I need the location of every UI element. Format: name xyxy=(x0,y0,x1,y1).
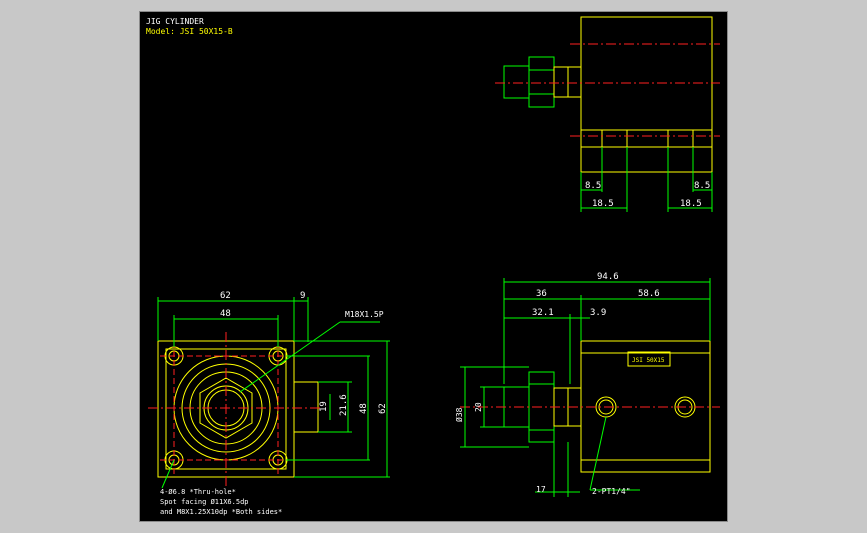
dim-19: 19 xyxy=(319,401,329,412)
dim-dia-38: Ø38 xyxy=(454,407,464,422)
nameplate: JSI 50X15 xyxy=(632,357,665,364)
dim-20: 20 xyxy=(474,402,483,412)
drawing-title: JIG CYLINDER xyxy=(146,17,204,26)
dim-21-6: 21.6 xyxy=(339,394,349,416)
model-label: Model: JSI 50X15-B xyxy=(146,27,233,36)
dim-17: 17 xyxy=(536,485,546,494)
dim-32-1: 32.1 xyxy=(532,308,554,318)
dim-8-5-left: 8.5 xyxy=(585,181,601,191)
ports-note: 2-PT1/4" xyxy=(592,487,631,496)
dim-36: 36 xyxy=(536,289,547,299)
dim-48-side: 48 xyxy=(359,403,369,414)
front-view: 62 9 48 19 21.6 48 62 M18X1.5P 4-Ø6.8 *T… xyxy=(148,291,390,516)
dim-18-5-right: 18.5 xyxy=(680,199,702,209)
hole-note: 4-Ø6.8 *Thru-hole* xyxy=(160,488,236,496)
dim-58-6: 58.6 xyxy=(638,289,660,299)
tap-note: and M8X1.25X10dp *Both sides* xyxy=(160,508,282,516)
dim-48-top: 48 xyxy=(220,309,231,319)
top-side-view: 8.5 8.5 18.5 18.5 xyxy=(495,16,720,212)
dim-9: 9 xyxy=(300,291,305,301)
dim-8-5-right: 8.5 xyxy=(694,181,710,191)
dim-94-6: 94.6 xyxy=(597,272,619,282)
dim-62-top: 62 xyxy=(220,291,231,301)
cad-drawing: JIG CYLINDER Model: JSI 50X15-B 8.5 8.5 … xyxy=(146,16,720,516)
dim-62-side: 62 xyxy=(378,403,388,414)
dim-3-9: 3.9 xyxy=(590,308,606,318)
drawing-frame: JIG CYLINDER Model: JSI 50X15-B 8.5 8.5 … xyxy=(139,11,728,522)
dim-18-5-left: 18.5 xyxy=(592,199,614,209)
thread-note: M18X1.5P xyxy=(345,310,384,319)
spot-facing-note: Spot facing Ø11X6.5dp xyxy=(160,498,249,506)
bottom-side-view: JSI 50X15 94.6 36 58.6 32.1 3.9 Ø38 20 1… xyxy=(454,272,720,497)
